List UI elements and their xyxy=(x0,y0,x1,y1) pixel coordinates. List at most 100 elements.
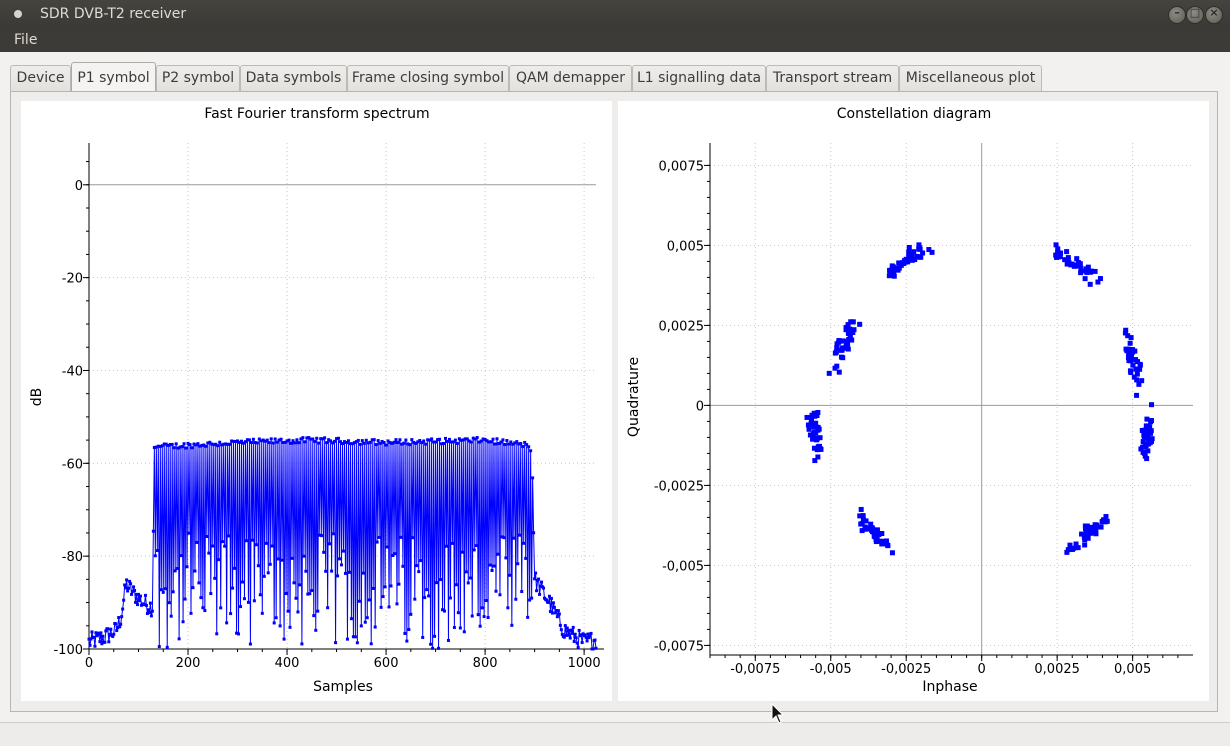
spectrum-point xyxy=(584,635,588,639)
spectrum-point xyxy=(239,605,243,609)
constellation-point xyxy=(1139,427,1145,433)
constellation-point xyxy=(826,370,832,376)
spectrum-point xyxy=(161,590,165,594)
spectrum-point xyxy=(345,637,349,641)
spectrum-line xyxy=(88,437,597,650)
spectrum-point xyxy=(346,439,350,443)
spectrum-point xyxy=(298,583,302,587)
spectrum-point xyxy=(121,607,125,611)
constellation-point xyxy=(858,506,864,512)
spectrum-point xyxy=(332,532,336,536)
spectrum-point xyxy=(396,441,400,445)
spectrum-point xyxy=(138,594,142,598)
y-axis-label: Quadrature xyxy=(626,357,642,437)
maximize-button[interactable]: □ xyxy=(1186,6,1204,24)
spectrum-point xyxy=(201,606,205,610)
spectrum-point xyxy=(188,443,192,447)
series-line xyxy=(87,436,598,651)
spectrum-point xyxy=(330,569,334,573)
spectrum-point xyxy=(430,437,434,441)
spectrum-point xyxy=(273,437,277,441)
spectrum-point xyxy=(167,601,171,605)
spectrum-point xyxy=(343,571,347,575)
spectrum-point xyxy=(119,622,123,626)
tab-l1-signalling-data[interactable]: L1 signalling data xyxy=(632,65,766,91)
constellation-point xyxy=(1087,281,1093,287)
constellation-point xyxy=(869,525,875,531)
tab-frame-closing-symbol[interactable]: Frame closing symbol xyxy=(347,65,509,91)
constellation-point xyxy=(885,543,891,549)
constellation-point xyxy=(1134,377,1140,383)
spectrum-point xyxy=(254,543,258,547)
spectrum-point xyxy=(537,577,541,581)
spectrum-point xyxy=(372,438,376,442)
spectrum-point xyxy=(207,551,211,555)
spectrum-point xyxy=(199,596,203,600)
spectrum-point xyxy=(542,586,546,590)
spectrum-point xyxy=(221,540,225,544)
tab-data-symbols[interactable]: Data symbols xyxy=(240,65,347,91)
spectrum-point xyxy=(203,609,207,613)
spectrum-point xyxy=(559,628,563,632)
spectrum-point xyxy=(387,605,391,609)
spectrum-point xyxy=(466,581,470,585)
spectrum-point xyxy=(295,438,299,442)
minimize-button[interactable]: – xyxy=(1168,6,1186,24)
spectrum-point xyxy=(169,614,173,618)
spectrum-point xyxy=(251,437,255,441)
y-tick-label: -40 xyxy=(62,364,83,379)
close-button[interactable]: × xyxy=(1205,6,1223,24)
spectrum-point xyxy=(360,439,364,443)
spectrum-point xyxy=(184,446,188,450)
spectrum-point xyxy=(486,616,490,620)
spectrum-point xyxy=(130,592,134,596)
spectrum-point xyxy=(205,534,209,538)
tab-device[interactable]: Device xyxy=(10,65,71,91)
constellation-point xyxy=(1067,542,1073,548)
spectrum-point xyxy=(506,606,510,610)
spectrum-point xyxy=(429,642,433,646)
spectrum-point xyxy=(93,644,97,648)
x-tick-label: 600 xyxy=(374,656,399,671)
tab-p2-symbol[interactable]: P2 symbol xyxy=(156,65,240,91)
spectrum-point xyxy=(458,626,462,630)
spectrum-point xyxy=(92,635,96,639)
spectrum-point xyxy=(123,583,127,587)
spectrum-point xyxy=(323,436,327,440)
menu-file[interactable]: File xyxy=(12,32,39,48)
spectrum-point xyxy=(474,544,478,548)
fft-spectrum-plot[interactable]: Fast Fourier transform spectrum Samples … xyxy=(21,101,612,701)
tab-qam-demapper[interactable]: QAM demapper xyxy=(509,65,632,91)
tab-miscellaneous-plot[interactable]: Miscellaneous plot xyxy=(899,65,1042,91)
constellation-point xyxy=(1142,450,1148,456)
spectrum-point xyxy=(484,599,488,603)
spectrum-point xyxy=(126,589,130,593)
constellation-point xyxy=(1148,419,1154,425)
spectrum-point xyxy=(191,586,195,590)
spectrum-point xyxy=(572,639,576,643)
spectrum-point xyxy=(533,577,537,581)
spectrum-point xyxy=(316,609,320,613)
spectrum-point xyxy=(211,544,215,548)
spectrum-point xyxy=(358,442,362,446)
spectrum-point xyxy=(266,571,270,575)
spectrum-point xyxy=(151,529,155,533)
tab-transport-stream[interactable]: Transport stream xyxy=(766,65,899,91)
spectrum-point xyxy=(301,436,305,440)
tab-p1-symbol[interactable]: P1 symbol xyxy=(71,62,156,92)
spectrum-point xyxy=(88,643,92,647)
y-tick-label: 0 xyxy=(75,179,83,194)
constellation-point xyxy=(859,520,865,526)
spectrum-point xyxy=(373,625,377,629)
spectrum-point xyxy=(148,601,152,605)
spectrum-point xyxy=(570,631,574,635)
spectrum-point xyxy=(144,603,148,607)
spectrum-point xyxy=(447,437,451,441)
constellation-svg: Constellation diagram Inphase Quadrature… xyxy=(626,106,1193,695)
spectrum-point xyxy=(190,446,194,450)
spectrum-point xyxy=(217,558,221,562)
spectrum-point xyxy=(439,578,443,582)
constellation-plot[interactable]: Constellation diagram Inphase Quadrature… xyxy=(618,101,1209,701)
spectrum-point xyxy=(504,556,508,560)
spectrum-point xyxy=(242,597,246,601)
